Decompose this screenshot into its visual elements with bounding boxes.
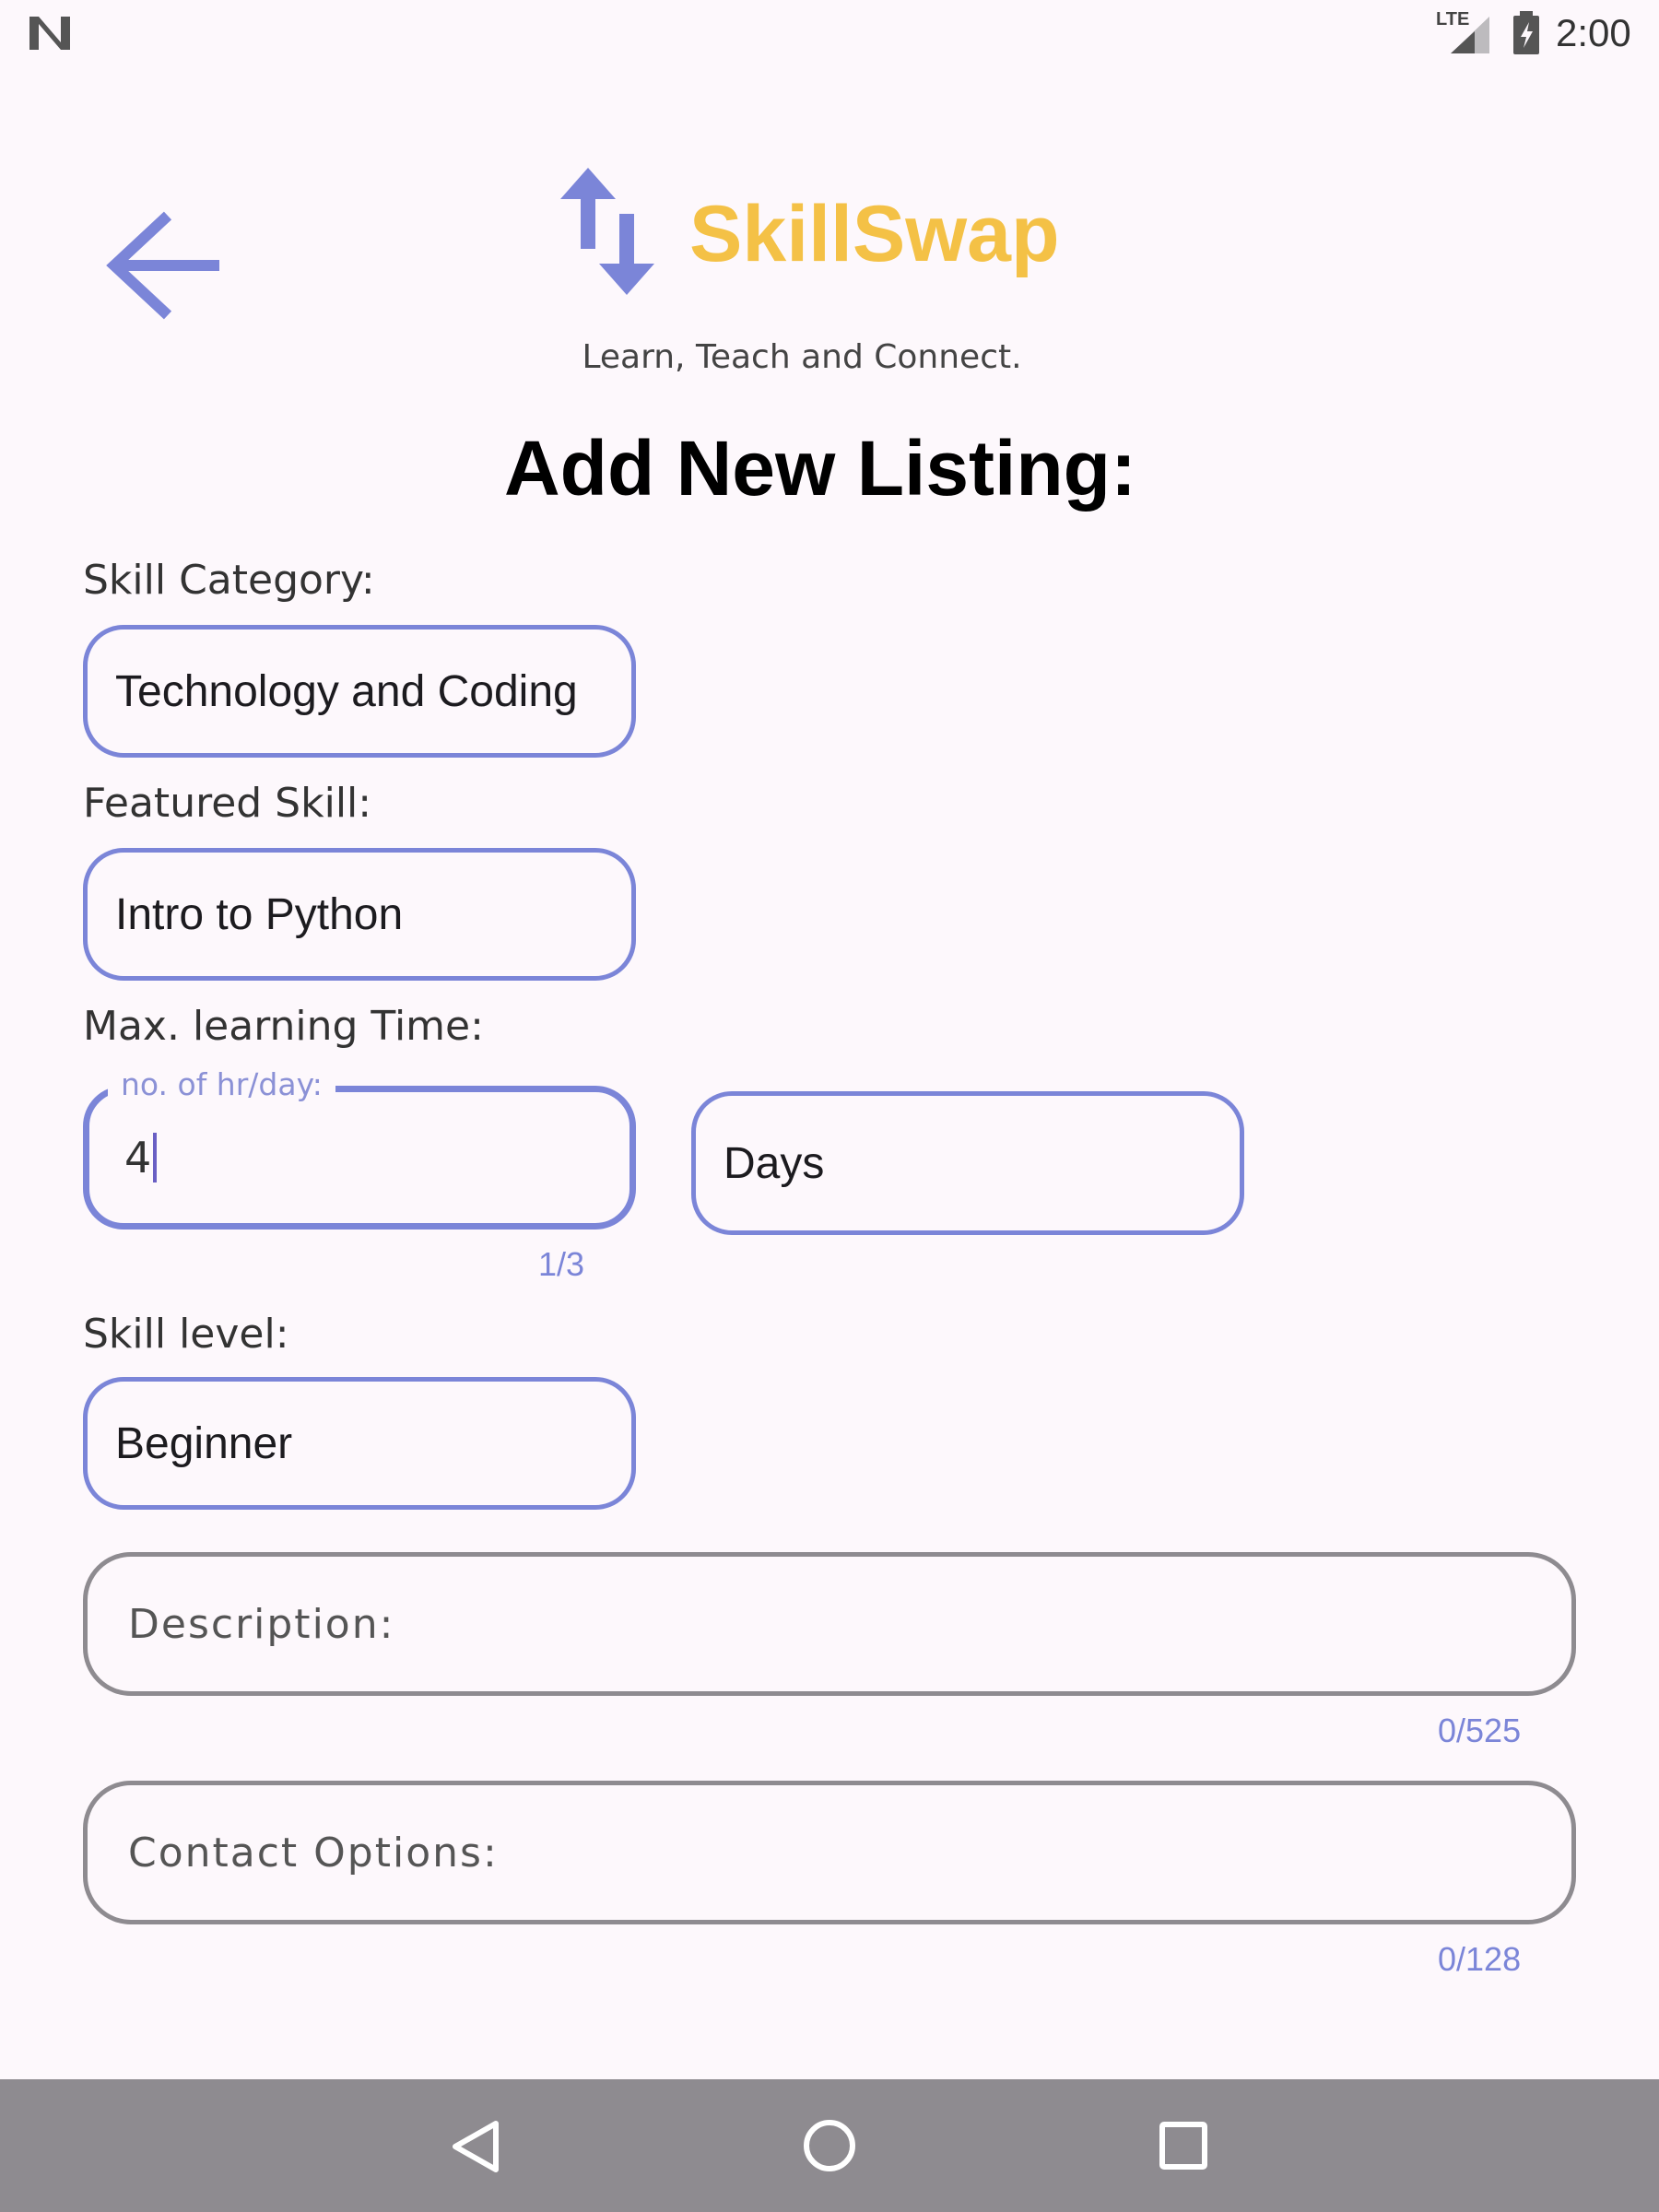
contact-options-input[interactable]: Contact Options:: [83, 1781, 1576, 1924]
swap-arrows-icon: [560, 168, 654, 295]
battery-charging-icon: [1513, 11, 1539, 54]
hours-per-day-input[interactable]: no. of hr/day: 4: [83, 1065, 636, 1230]
hours-per-day-counter: 1/3: [538, 1245, 585, 1283]
hours-per-day-value: 4: [124, 1133, 152, 1182]
skill-category-select[interactable]: Technology and Coding: [83, 625, 636, 758]
skill-category-label: Skill Category:: [83, 557, 375, 604]
description-counter: 0/525: [1438, 1712, 1522, 1749]
recents-square-icon[interactable]: [1158, 2120, 1209, 2171]
hours-per-day-value-wrap: 4: [124, 1092, 158, 1223]
time-unit-select[interactable]: Days: [691, 1091, 1244, 1235]
home-circle-icon[interactable]: [802, 2118, 857, 2173]
featured-skill-select[interactable]: Intro to Python: [83, 848, 636, 981]
featured-skill-value: Intro to Python: [115, 889, 404, 939]
skill-level-value: Beginner: [115, 1418, 293, 1468]
back-triangle-icon[interactable]: [448, 2118, 503, 2175]
skill-level-select[interactable]: Beginner: [83, 1377, 636, 1510]
page-title: Add New Listing:: [504, 425, 1136, 512]
contact-options-counter: 0/128: [1438, 1940, 1522, 1978]
status-time: 2:00: [1556, 11, 1631, 54]
max-learning-time-label: Max. learning Time:: [83, 1003, 484, 1050]
brand-name: SkillSwap: [689, 190, 1060, 278]
description-placeholder: Description:: [128, 1600, 395, 1648]
skill-level-label: Skill level:: [83, 1311, 289, 1358]
navigation-bar: [0, 2079, 1659, 2212]
featured-skill-label: Featured Skill:: [83, 780, 372, 827]
text-cursor: [153, 1133, 158, 1182]
status-bar: LTE 2:00: [0, 0, 1659, 66]
contact-options-placeholder: Contact Options:: [128, 1829, 499, 1877]
time-unit-value: Days: [724, 1138, 825, 1188]
notification-n-icon: [29, 17, 70, 50]
tagline: Learn, Teach and Connect.: [582, 338, 1022, 376]
description-input[interactable]: Description:: [83, 1552, 1576, 1696]
arrow-left-icon[interactable]: [101, 203, 230, 332]
skill-category-value: Technology and Coding: [115, 666, 578, 716]
lte-signal-icon: LTE: [1436, 9, 1493, 55]
